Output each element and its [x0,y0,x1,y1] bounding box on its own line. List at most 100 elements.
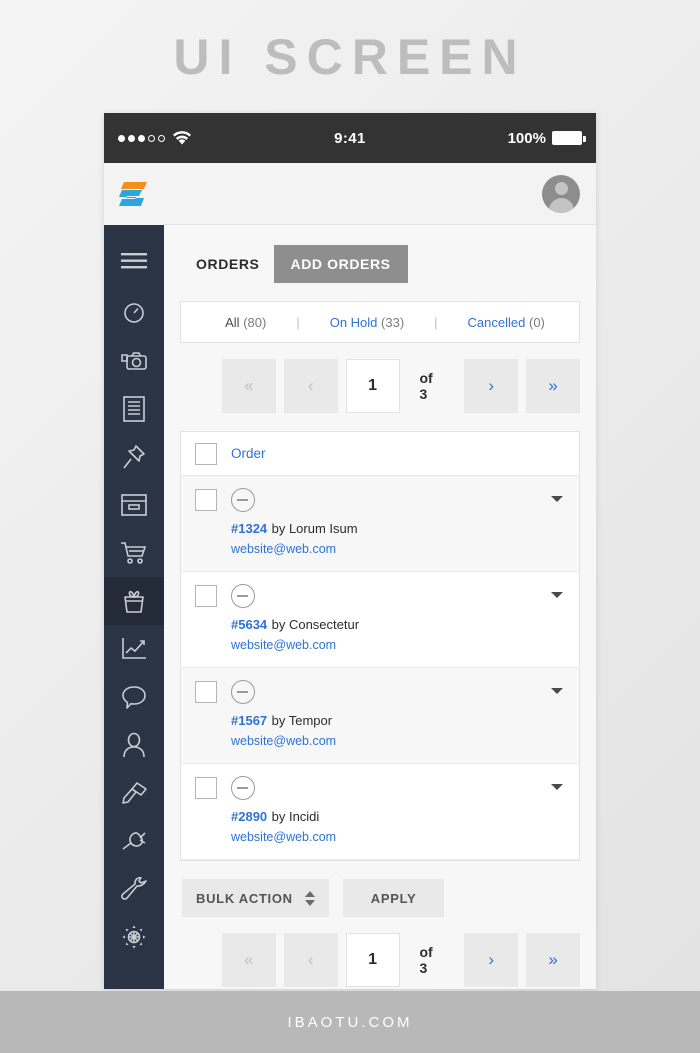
pagination-next-button[interactable]: › [464,359,519,413]
sidebar-item-users[interactable] [104,721,164,769]
pagination-next-button[interactable]: › [464,933,519,987]
content-area: ORDERS ADD ORDERS All (80) | On Hold (33… [164,225,596,989]
sidebar-item-posts[interactable] [104,385,164,433]
sidebar-item-media[interactable] [104,337,164,385]
order-email[interactable]: website@web.com [231,542,565,556]
pagination-last-button[interactable]: » [526,359,580,413]
order-email[interactable]: website@web.com [231,734,565,748]
order-id[interactable]: #2890 [231,809,267,824]
tab-add-orders[interactable]: ADD ORDERS [273,245,408,283]
row-checkbox[interactable] [195,489,217,511]
minus-circle-icon[interactable] [231,776,255,800]
window-frame-icon [121,494,147,516]
status-bar-right: 100% [429,130,586,147]
sidebar [104,163,164,989]
sidebar-item-tools[interactable] [104,865,164,913]
table-row[interactable]: #1567 by Tempor website@web.com [181,668,579,764]
status-bar: 9:41 100% [104,113,596,163]
status-bar-left [118,131,271,145]
order-author: by Consectetur [271,617,360,632]
apply-button[interactable]: APPLY [342,879,445,917]
signal-strength-icon [118,134,165,142]
sidebar-item-pages[interactable] [104,433,164,481]
table-row[interactable]: #1324 by Lorum Isum website@web.com [181,476,579,572]
column-header-order[interactable]: Order [231,446,266,461]
stepper-arrows-icon [304,890,315,906]
order-email[interactable]: website@web.com [231,638,565,652]
pagination-total-label: of 3 [419,944,433,976]
sidebar-item-products[interactable] [104,577,164,625]
order-author: by Lorum Isum [271,521,358,536]
avatar-body [548,197,574,213]
bulk-action-bar: BULK ACTION APPLY [182,879,580,917]
select-all-checkbox[interactable] [195,442,217,465]
row-expand-caret-icon[interactable] [551,688,563,694]
pagination-bottom: « ‹ 1 of 3 › » [222,933,580,987]
sidebar-item-dashboard[interactable] [104,289,164,337]
order-id[interactable]: #1324 [231,521,267,536]
row-details: #2890 by Incidi website@web.com [231,808,565,844]
order-email[interactable]: website@web.com [231,830,565,844]
row-controls [195,584,565,608]
order-id[interactable]: #5634 [231,617,267,632]
filter-all-label: All [225,314,240,330]
row-expand-caret-icon[interactable] [551,592,563,598]
screenshot-canvas: UI SCREEN 9:41 100% ORDERS ADD ORDERS Al… [0,0,700,1053]
shopping-cart-icon [120,541,148,565]
sidebar-item-themes[interactable] [104,769,164,817]
order-author: by Incidi [271,809,320,824]
wrench-icon [120,877,148,901]
row-checkbox[interactable] [195,681,217,703]
sidebar-item-comments[interactable] [104,673,164,721]
pagination-prev-button[interactable]: ‹ [283,933,338,987]
pagination-current-page[interactable]: 1 [345,933,400,987]
table-row[interactable]: #5634 by Consectetur website@web.com [181,572,579,668]
app-logo[interactable] [104,163,164,225]
avatar[interactable] [542,174,580,213]
pagination-prev-button[interactable]: ‹ [283,359,338,413]
filter-on-hold[interactable]: On Hold (33) [326,315,408,330]
app-body: ORDERS ADD ORDERS All (80) | On Hold (33… [104,163,596,989]
pagination-last-button[interactable]: » [526,933,580,987]
sidebar-item-menu[interactable] [104,233,164,289]
page-tabs: ORDERS ADD ORDERS [182,245,580,283]
pagination-first-button[interactable]: « [222,933,276,987]
filter-cancelled-count: (0) [529,314,545,330]
wifi-icon [172,131,192,145]
media-camera-icon [121,350,147,372]
minus-circle-icon[interactable] [231,584,255,608]
table-row[interactable]: #2890 by Incidi website@web.com [181,764,579,860]
filter-all[interactable]: All (80) [221,315,270,330]
row-controls [195,776,565,800]
document-post-icon [123,396,145,422]
tab-orders[interactable]: ORDERS [182,246,274,282]
sidebar-item-orders[interactable] [104,529,164,577]
minus-circle-icon[interactable] [231,680,255,704]
pagination-total-label: of 3 [419,370,433,402]
filter-cancelled[interactable]: Cancelled (0) [464,315,549,330]
row-expand-caret-icon[interactable] [551,496,563,502]
sidebar-item-plugins[interactable] [104,817,164,865]
dashboard-gauge-icon [122,301,146,325]
pagination-current-page[interactable]: 1 [345,359,400,413]
row-checkbox[interactable] [195,585,217,607]
top-bar [164,163,596,225]
bulk-action-label: BULK ACTION [196,890,293,906]
row-expand-caret-icon[interactable] [551,784,563,790]
sidebar-item-appearance[interactable] [104,481,164,529]
pagination-top: « ‹ 1 of 3 › » [222,359,580,413]
avatar-head [554,181,568,195]
row-controls [195,488,565,512]
minus-circle-icon[interactable] [231,488,255,512]
row-details: #5634 by Consectetur website@web.com [231,616,565,652]
row-checkbox[interactable] [195,777,217,799]
pagination-first-button[interactable]: « [222,359,276,413]
row-details: #1567 by Tempor website@web.com [231,712,565,748]
order-id[interactable]: #1567 [231,713,267,728]
sidebar-item-settings[interactable] [104,913,164,961]
filter-separator-1: | [296,314,300,330]
bulk-action-select[interactable]: BULK ACTION [182,879,329,917]
gift-box-icon [121,588,147,614]
sidebar-item-analytics[interactable] [104,625,164,673]
orders-table: Order #1324 by Lorum Isum website@web.co… [180,431,580,861]
